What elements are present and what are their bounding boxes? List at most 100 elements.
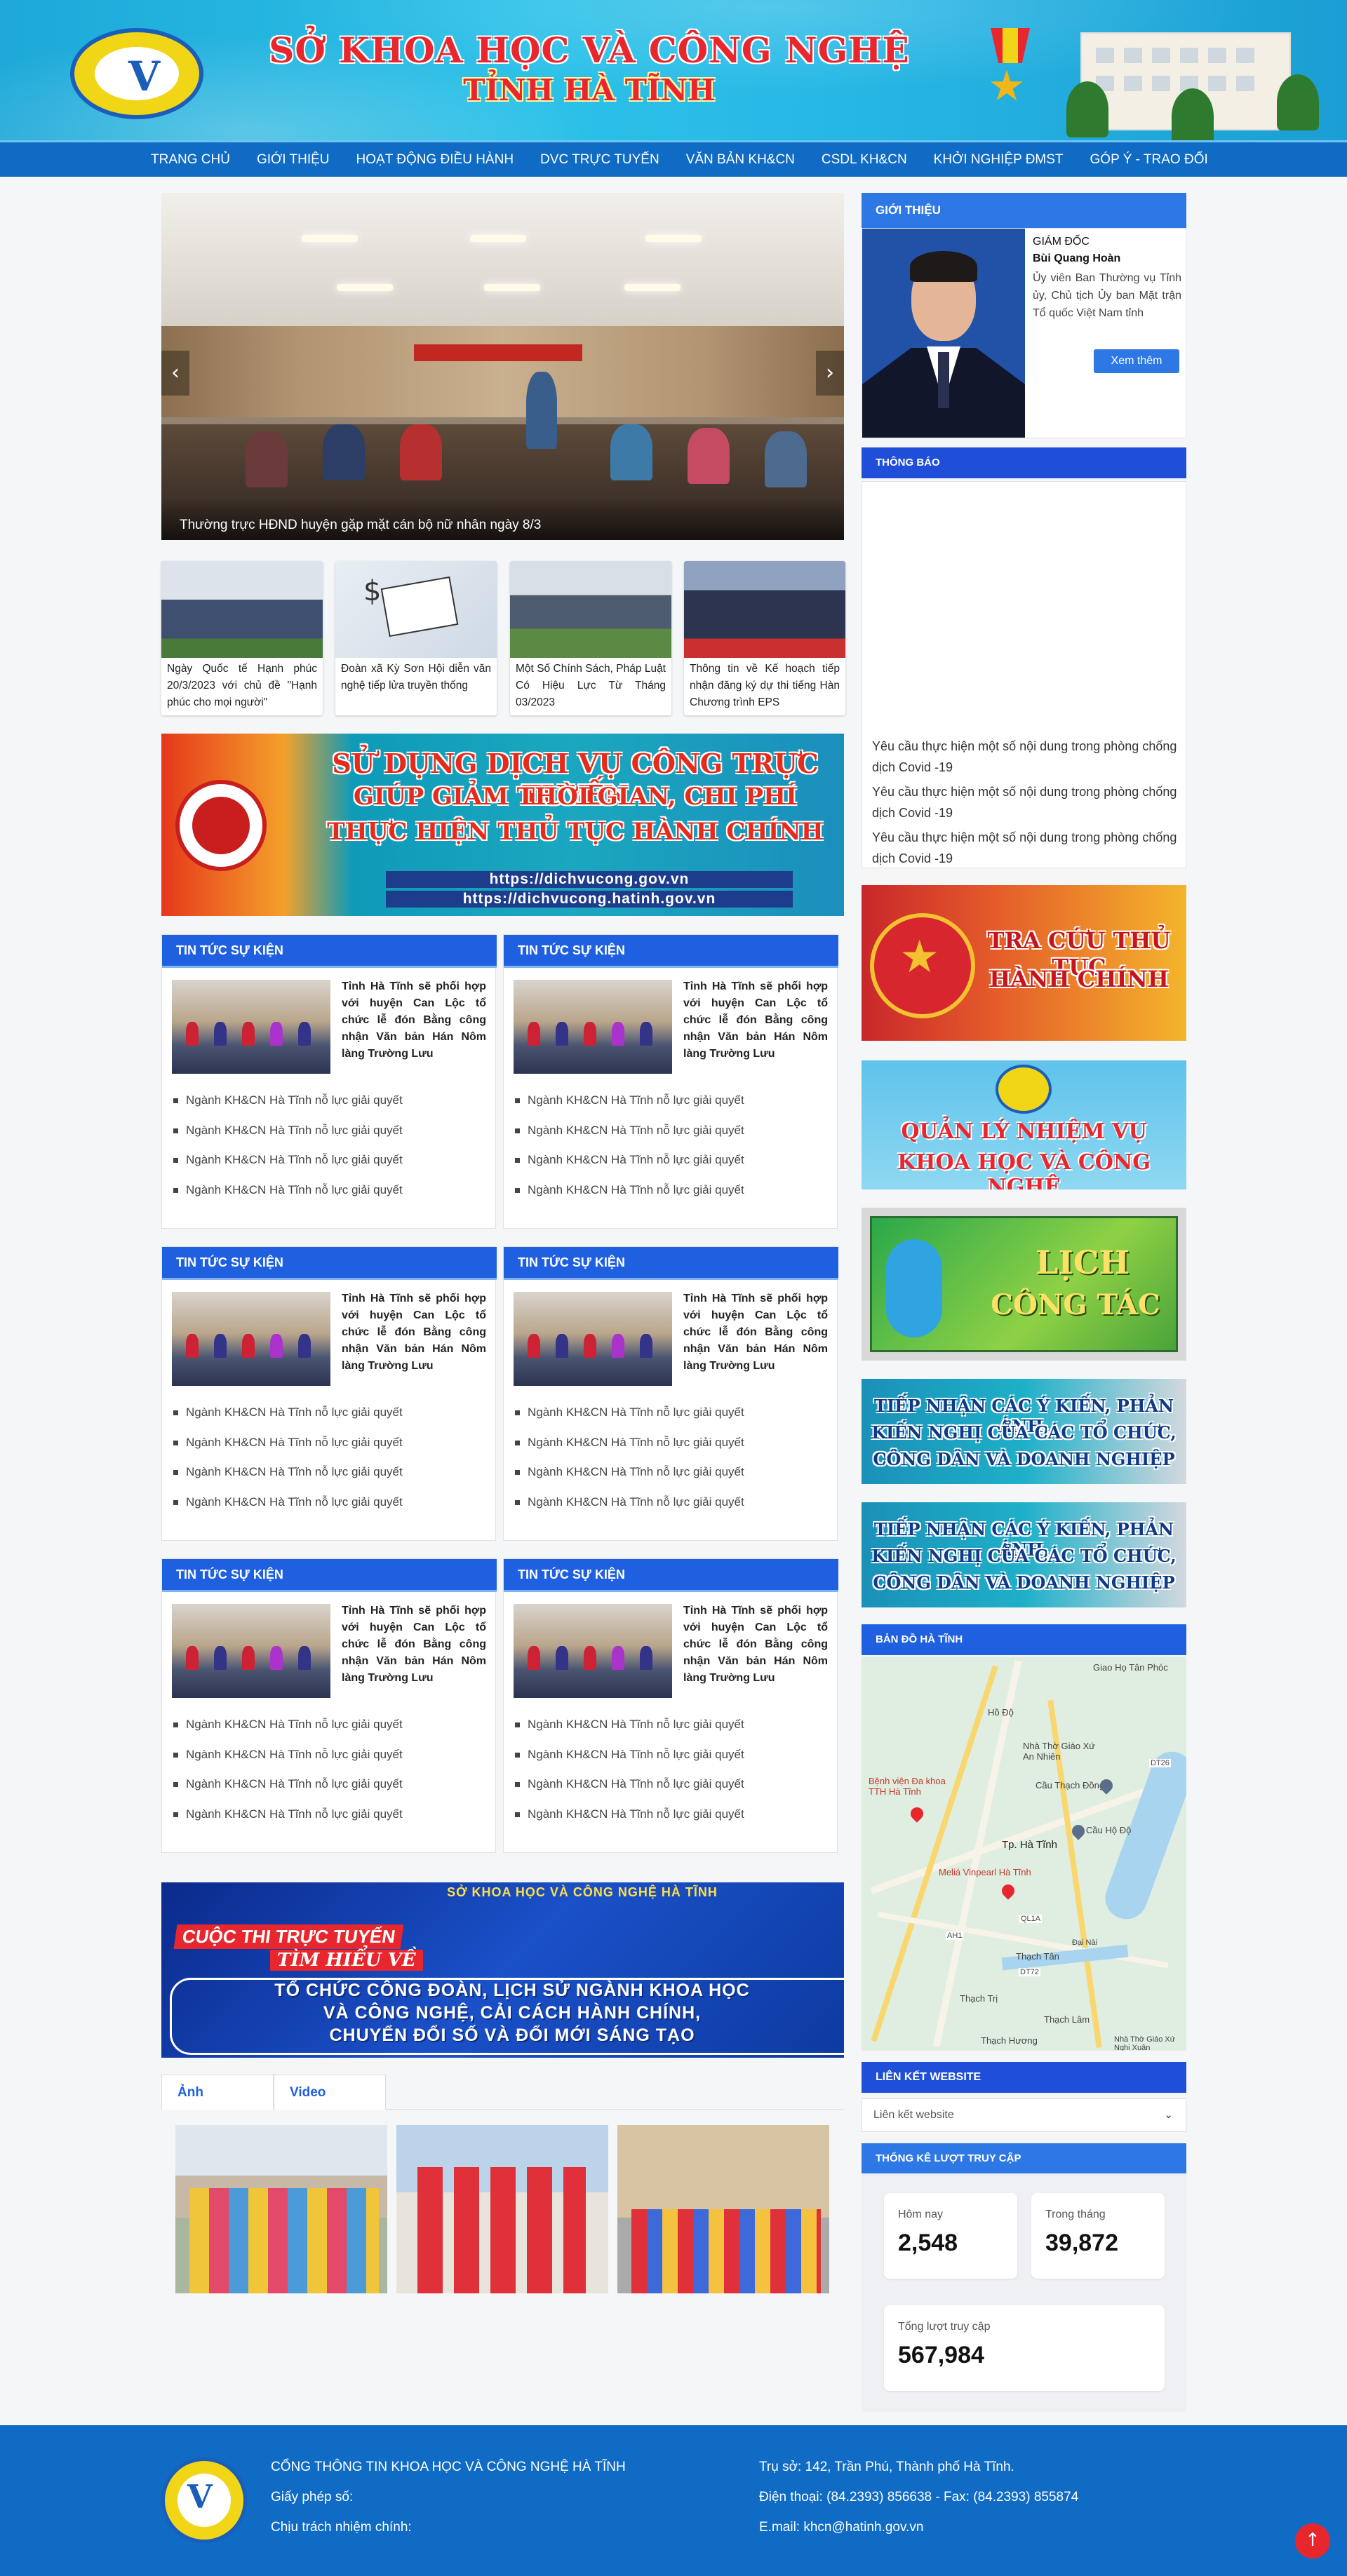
ha-tinh-map[interactable]: Giao Họ Tân Phóc Hồ Độ Nhà Thờ Giáo Xứ A…: [862, 1657, 1186, 2051]
news-block-heading[interactable]: TIN TỨC SỰ KIỆN: [504, 935, 838, 968]
building-image: [1066, 11, 1347, 140]
tab-photo[interactable]: Ảnh: [161, 2075, 274, 2110]
news-item[interactable]: Ngành KH&CN Hà Tĩnh nỗ lực giải quyết: [173, 1769, 403, 1800]
links-select[interactable]: Liên kết website ⌄: [862, 2098, 1186, 2132]
news-item[interactable]: Ngành KH&CN Hà Tĩnh nỗ lực giải quyết: [515, 1145, 744, 1175]
map-heading: BẢN ĐỒ HÀ TĨNH: [862, 1624, 1186, 1655]
notice-item[interactable]: Yêu cầu thực hiện một số nội dung trong …: [872, 736, 1181, 778]
news-image[interactable]: [514, 1292, 672, 1386]
banner-line: HÀNH CHÍNH: [989, 966, 1169, 992]
tab-video[interactable]: Video: [274, 2075, 386, 2110]
news-item[interactable]: Ngành KH&CN Hà Tĩnh nỗ lực giải quyết: [515, 1769, 744, 1800]
thumb-title[interactable]: Thông tin về Kế hoạch tiếp nhận đăng ký …: [690, 661, 840, 711]
stat-total: Tổng lượt truy cập 567,984: [884, 2305, 1165, 2391]
news-lead[interactable]: Tỉnh Hà Tĩnh sẽ phối hợp với huyện Can L…: [342, 1290, 486, 1375]
nav-item-about[interactable]: GIỚI THIỆU: [243, 142, 343, 177]
news-item[interactable]: Ngành KH&CN Hà Tĩnh nỗ lực giải quyết: [515, 1710, 744, 1740]
thumb-title[interactable]: Ngày Quốc tế Hạnh phúc 20/3/2023 với chủ…: [167, 661, 317, 711]
site-header: V SỞ KHOA HỌC VÀ CÔNG NGHỆ TỈNH HÀ TĨNH …: [0, 0, 1347, 140]
director-name: Bùi Quang Hoàn: [1033, 252, 1121, 264]
news-image[interactable]: [172, 980, 330, 1074]
view-more-button[interactable]: Xem thêm: [1094, 349, 1179, 373]
news-item[interactable]: Ngành KH&CN Hà Tĩnh nỗ lực giải quyết: [173, 1116, 403, 1146]
news-item[interactable]: Ngành KH&CN Hà Tĩnh nỗ lực giải quyết: [515, 1175, 744, 1206]
feedback-banner[interactable]: TIẾP NHẬN CÁC Ý KIẾN, PHẢN ÁNH, KIẾN NGH…: [862, 1379, 1186, 1484]
news-lead[interactable]: Tỉnh Hà Tĩnh sẽ phối hợp với huyện Can L…: [342, 978, 486, 1063]
news-item[interactable]: Ngành KH&CN Hà Tĩnh nỗ lực giải quyết: [173, 1398, 403, 1428]
news-lead[interactable]: Tỉnh Hà Tĩnh sẽ phối hợp với huyện Can L…: [683, 1290, 828, 1375]
science-tasks-banner[interactable]: QUẢN LÝ NHIỆM VỤ KHOA HỌC VÀ CÔNG NGHỆ: [862, 1060, 1186, 1189]
news-block-heading[interactable]: TIN TỨC SỰ KIỆN: [162, 935, 497, 968]
news-block: TIN TỨC SỰ KIỆN Tỉnh Hà Tĩnh sẽ phối hợp…: [503, 1246, 838, 1541]
director-photo: [862, 229, 1025, 438]
nav-item-operations[interactable]: HOẠT ĐỘNG ĐIỀU HÀNH: [343, 142, 528, 177]
news-item[interactable]: Ngành KH&CN Hà Tĩnh nỗ lực giải quyết: [515, 1398, 744, 1428]
stat-label: Hôm nay: [898, 2209, 944, 2220]
nav-item-home[interactable]: TRANG CHỦ: [138, 142, 243, 177]
news-item[interactable]: Ngành KH&CN Hà Tĩnh nỗ lực giải quyết: [173, 1175, 403, 1206]
news-block-heading[interactable]: TIN TỨC SỰ KIỆN: [504, 1247, 838, 1280]
gallery-photo[interactable]: [175, 2125, 387, 2293]
nav-item-feedback[interactable]: GÓP Ý - TRAO ĐỔI: [1077, 142, 1221, 177]
slider-next-button[interactable]: ›: [816, 351, 844, 396]
nav-item-startup[interactable]: KHỞI NGHIỆP ĐMST: [920, 142, 1077, 177]
news-item[interactable]: Ngành KH&CN Hà Tĩnh nỗ lực giải quyết: [173, 1428, 403, 1458]
news-item[interactable]: Ngành KH&CN Hà Tĩnh nỗ lực giải quyết: [173, 1086, 403, 1116]
news-item[interactable]: Ngành KH&CN Hà Tĩnh nỗ lực giải quyết: [515, 1800, 744, 1830]
news-item[interactable]: Ngành KH&CN Hà Tĩnh nỗ lực giải quyết: [515, 1428, 744, 1458]
news-item[interactable]: Ngành KH&CN Hà Tĩnh nỗ lực giải quyết: [515, 1116, 744, 1146]
thumb-card[interactable]: $ Đoàn xã Kỳ Sơn Hội diễn văn nghệ tiếp …: [335, 561, 497, 715]
thumb-card[interactable]: Thông tin về Kế hoạch tiếp nhận đăng ký …: [684, 561, 845, 715]
news-block: TIN TỨC SỰ KIỆN Tỉnh Hà Tĩnh sẽ phối hợp…: [161, 1558, 497, 1853]
news-image[interactable]: [172, 1604, 330, 1698]
schedule-icon: [886, 1239, 942, 1337]
feedback-banner[interactable]: TIẾP NHẬN CÁC Ý KIẾN, PHẢN ÁNH, KIẾN NGH…: [862, 1502, 1186, 1607]
footer-email[interactable]: E.mail: khcn@hatinh.gov.vn: [759, 2512, 923, 2542]
gallery-photo[interactable]: [617, 2125, 829, 2293]
news-block-heading[interactable]: TIN TỨC SỰ KIỆN: [162, 1247, 497, 1280]
thumb-card[interactable]: Ngày Quốc tế Hạnh phúc 20/3/2023 với chủ…: [161, 561, 323, 715]
nav-item-documents[interactable]: VĂN BẢN KH&CN: [673, 142, 808, 177]
notice-item[interactable]: Yêu cầu thực hiện một số nội dung trong …: [872, 781, 1181, 823]
featured-slider[interactable]: ‹ › Thường trực HĐND huyện gặp mặt cán b…: [161, 193, 844, 540]
gallery-photo[interactable]: [396, 2125, 608, 2293]
online-services-banner[interactable]: SỬ DỤNG DỊCH VỤ CÔNG TRỰC TUYẾN GIÚP GIẢ…: [161, 734, 844, 916]
site-logo[interactable]: V: [70, 28, 203, 119]
thumb-card[interactable]: Một Số Chính Sách, Pháp Luật Có Hiệu Lực…: [510, 561, 671, 715]
admin-procedures-banner[interactable]: ★ TRA CỨU THỦ TỤC HÀNH CHÍNH: [862, 885, 1186, 1041]
news-block-heading[interactable]: TIN TỨC SỰ KIỆN: [504, 1559, 838, 1592]
map-pin-icon[interactable]: [999, 1882, 1017, 1900]
news-item[interactable]: Ngành KH&CN Hà Tĩnh nỗ lực giải quyết: [173, 1740, 403, 1770]
banner-line: LỊCH: [1036, 1243, 1130, 1281]
thumb-title[interactable]: Một Số Chính Sách, Pháp Luật Có Hiệu Lực…: [516, 661, 666, 711]
stat-label: Trong tháng: [1045, 2209, 1106, 2220]
news-item[interactable]: Ngành KH&CN Hà Tĩnh nỗ lực giải quyết: [515, 1457, 744, 1488]
slider-caption[interactable]: Thường trực HĐND huyện gặp mặt cán bộ nữ…: [161, 498, 844, 540]
news-image[interactable]: [514, 1604, 672, 1698]
nav-item-online-services[interactable]: DVC TRỰC TUYẾN: [527, 142, 673, 177]
news-item[interactable]: Ngành KH&CN Hà Tĩnh nỗ lực giải quyết: [173, 1457, 403, 1488]
nav-item-database[interactable]: CSDL KH&CN: [808, 142, 920, 177]
back-to-top-button[interactable]: ↑: [1295, 2523, 1330, 2558]
news-item[interactable]: Ngành KH&CN Hà Tĩnh nỗ lực giải quyết: [173, 1710, 403, 1740]
news-block-heading[interactable]: TIN TỨC SỰ KIỆN: [162, 1559, 497, 1592]
news-lead[interactable]: Tỉnh Hà Tĩnh sẽ phối hợp với huyện Can L…: [683, 978, 828, 1063]
news-item[interactable]: Ngành KH&CN Hà Tĩnh nỗ lực giải quyết: [173, 1488, 403, 1518]
notice-item[interactable]: Yêu cầu thực hiện một số nội dung trong …: [872, 827, 1181, 868]
news-item[interactable]: Ngành KH&CN Hà Tĩnh nỗ lực giải quyết: [173, 1800, 403, 1830]
work-schedule-banner[interactable]: LỊCH CÔNG TÁC: [862, 1208, 1186, 1361]
contest-banner[interactable]: SỞ KHOA HỌC VÀ CÔNG NGHỆ HÀ TĨNH CUỘC TH…: [161, 1882, 844, 2058]
notice-heading: THÔNG BÁO: [862, 447, 1186, 478]
news-image[interactable]: [514, 980, 672, 1074]
slider-prev-button[interactable]: ‹: [161, 351, 189, 396]
news-image[interactable]: [172, 1292, 330, 1386]
map-pin-icon[interactable]: [908, 1805, 926, 1823]
news-item[interactable]: Ngành KH&CN Hà Tĩnh nỗ lực giải quyết: [173, 1145, 403, 1175]
news-lead[interactable]: Tỉnh Hà Tĩnh sẽ phối hợp với huyện Can L…: [683, 1603, 828, 1687]
thumb-title[interactable]: Đoàn xã Kỳ Sơn Hội diễn văn nghệ tiếp lử…: [341, 661, 491, 694]
news-item[interactable]: Ngành KH&CN Hà Tĩnh nỗ lực giải quyết: [515, 1740, 744, 1770]
news-block: TIN TỨC SỰ KIỆN Tỉnh Hà Tĩnh sẽ phối hợp…: [503, 1558, 838, 1853]
news-item[interactable]: Ngành KH&CN Hà Tĩnh nỗ lực giải quyết: [515, 1488, 744, 1518]
news-lead[interactable]: Tỉnh Hà Tĩnh sẽ phối hợp với huyện Can L…: [342, 1603, 486, 1687]
news-item[interactable]: Ngành KH&CN Hà Tĩnh nỗ lực giải quyết: [515, 1086, 744, 1116]
